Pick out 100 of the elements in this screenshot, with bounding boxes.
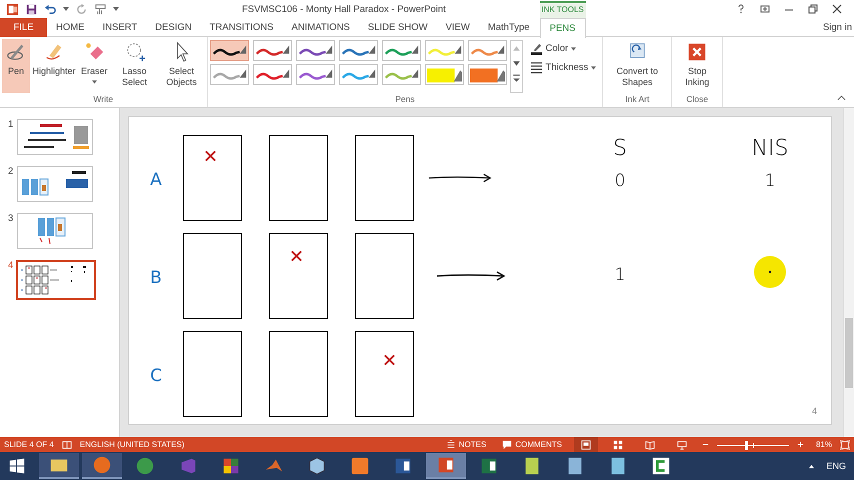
ribbon-tab[interactable]: PENS: [540, 18, 586, 38]
comment-icon: [502, 440, 512, 450]
zoom-out-icon[interactable]: [702, 441, 709, 448]
app-icon: [350, 456, 370, 476]
pen-swatch[interactable]: [252, 64, 292, 85]
pen-swatch[interactable]: [338, 64, 378, 85]
pen-swatch[interactable]: [382, 64, 421, 85]
ribbon-tab[interactable]: TRANSITIONS: [200, 18, 282, 37]
highlighter-swatch[interactable]: [468, 64, 507, 85]
document-icon: [479, 456, 499, 476]
pen-swatch[interactable]: [210, 40, 249, 61]
document-icon: [393, 456, 413, 476]
taskbar-app[interactable]: [39, 453, 79, 479]
grid-icon: [612, 440, 623, 450]
ribbon-tab[interactable]: SLIDE SHOW: [358, 18, 437, 37]
book-icon: [644, 440, 655, 450]
ribbon-button[interactable]: Convert to Shapes: [605, 39, 670, 93]
sign-in-link[interactable]: Sign in: [822, 18, 854, 36]
scrollbar[interactable]: [843, 108, 854, 437]
language-indicator[interactable]: ENGLISH (UNITED STATES): [80, 440, 184, 449]
slide-page-number: 4: [812, 406, 817, 416]
ribbon-tab[interactable]: DESIGN: [146, 18, 201, 37]
column-heading: NIS: [752, 135, 788, 163]
ribbon-button[interactable]: Select Objects: [158, 39, 205, 93]
ribbon-button[interactable]: Thickness: [530, 61, 596, 74]
slide-number: 1: [8, 119, 14, 130]
projector-icon: [676, 440, 687, 450]
file-tab[interactable]: FILE: [0, 18, 47, 37]
tray-caret-icon[interactable]: [808, 464, 816, 468]
powerpoint-icon[interactable]: [6, 2, 19, 16]
ribbon-tab[interactable]: MathType: [478, 18, 539, 37]
slide-thumbnail[interactable]: [17, 119, 93, 155]
save-icon[interactable]: [25, 2, 38, 16]
highlighter-swatch[interactable]: [424, 64, 464, 85]
restore-icon[interactable]: [808, 4, 818, 14]
context-tab-group: INK TOOLS: [540, 1, 586, 18]
value-text: 1: [614, 265, 626, 285]
caret-icon: [591, 66, 596, 70]
close-icon: [686, 41, 708, 63]
group-label: Close: [685, 93, 710, 106]
view-button[interactable]: [574, 437, 598, 452]
slide-thumbnail[interactable]: [16, 260, 96, 300]
ribbon-button[interactable]: Highlighter: [31, 39, 77, 93]
ribbon-tab[interactable]: VIEW: [436, 18, 479, 37]
cross-mark: [383, 354, 396, 366]
pen-swatch[interactable]: [252, 40, 292, 61]
zoom-slider[interactable]: [716, 440, 789, 450]
pen-swatch[interactable]: [210, 64, 249, 85]
cross-mark: [204, 150, 217, 162]
window-title: FSVMSC106 - Monty Hall Paradox - PowerPoint: [242, 4, 446, 15]
cross-mark: [290, 250, 303, 262]
caret-icon[interactable]: [113, 7, 119, 11]
undo-icon[interactable]: [44, 2, 57, 16]
browser-icon: [92, 455, 112, 475]
pen-swatch[interactable]: [424, 40, 464, 61]
ribbon-tab[interactable]: ANIMATIONS: [282, 18, 359, 37]
group-label: Pens: [394, 93, 416, 106]
value-text: 1: [764, 171, 776, 191]
ribbon-button[interactable]: Color: [530, 42, 596, 55]
caret-icon: [571, 46, 576, 50]
blocks-icon: [221, 456, 241, 476]
spellcheck-icon[interactable]: [62, 440, 72, 450]
pen-swatch[interactable]: [468, 40, 507, 61]
zoom-level[interactable]: 81%: [816, 440, 832, 449]
slide-counter: SLIDE 4 OF 4: [4, 440, 54, 449]
group-label: Write: [92, 93, 114, 106]
ribbon-button[interactable]: Pen: [2, 39, 30, 93]
ribbon-tab[interactable]: HOME: [47, 18, 94, 37]
row-label: C: [149, 365, 163, 386]
touch-mode-icon[interactable]: [94, 2, 107, 16]
notes-icon: [446, 440, 456, 450]
value-text: 0: [614, 171, 626, 191]
notes-button[interactable]: NOTES: [442, 440, 490, 450]
pen-swatch[interactable]: [382, 40, 421, 61]
help-icon[interactable]: [736, 4, 746, 14]
start-icon[interactable]: [8, 457, 26, 475]
pen-swatch[interactable]: [338, 40, 378, 61]
comments-button[interactable]: COMMENTS: [498, 440, 566, 450]
ribbon-button[interactable]: Stop Inking: [674, 39, 720, 93]
fit-slide-icon[interactable]: [840, 440, 850, 450]
zoom-in-icon[interactable]: [796, 441, 804, 448]
caret-icon[interactable]: [63, 7, 69, 11]
slide-number: 4: [8, 260, 14, 271]
close-icon[interactable]: [832, 4, 842, 14]
slide-thumbnail[interactable]: [17, 213, 93, 249]
ribbon-button[interactable]: Eraser: [78, 39, 111, 93]
input-language[interactable]: ENG: [826, 461, 846, 471]
ribbon-tab[interactable]: INSERT: [94, 18, 146, 37]
slide-number: 3: [8, 213, 14, 224]
row-label: A: [149, 169, 163, 190]
collapse-ribbon-icon[interactable]: [837, 95, 846, 101]
slide-number: 2: [8, 166, 14, 177]
pen-swatch[interactable]: [296, 64, 335, 85]
cube-icon: [307, 456, 327, 476]
browser-icon: [135, 456, 155, 476]
row-label: B: [149, 267, 163, 288]
slide-thumbnail[interactable]: [17, 166, 93, 202]
ribbon-display-icon[interactable]: [760, 4, 770, 14]
pen-swatch[interactable]: [296, 40, 335, 61]
ribbon-button[interactable]: Lasso Select: [112, 39, 158, 93]
